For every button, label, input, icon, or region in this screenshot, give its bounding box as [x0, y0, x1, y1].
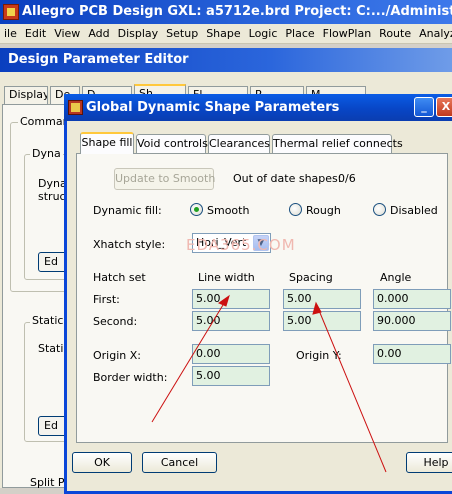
annotation-arrows	[151, 294, 387, 473]
arrow-head-spacing	[312, 301, 322, 315]
arrow-head-line-width	[217, 294, 230, 307]
arrow-line-width	[151, 299, 227, 423]
tab-shape-fill[interactable]: Shape fill	[80, 132, 134, 154]
arrow-spacing	[317, 307, 387, 473]
